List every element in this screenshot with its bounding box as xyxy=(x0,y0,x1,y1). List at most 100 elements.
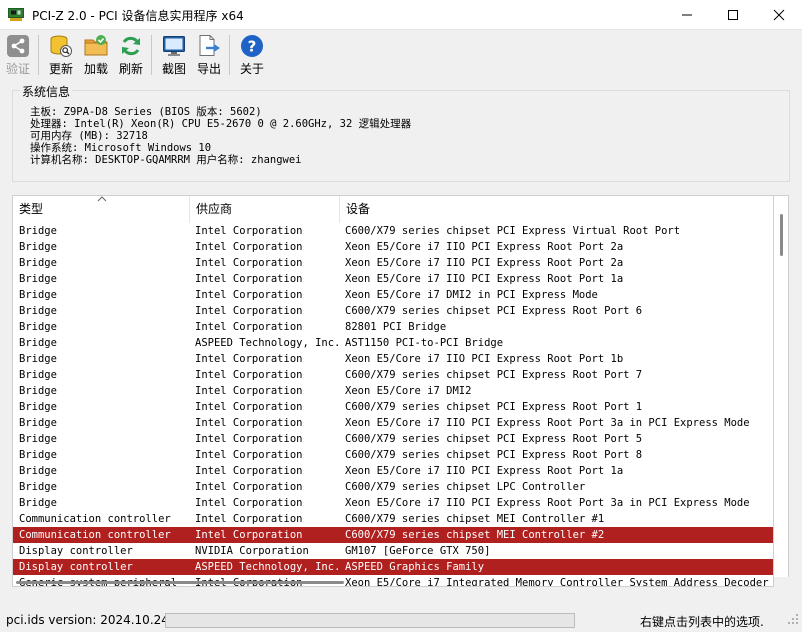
cell-vendor: Intel Corporation xyxy=(195,417,303,429)
update-button[interactable]: 更新 xyxy=(44,34,78,78)
cell-type: Communication controller xyxy=(19,513,171,525)
table-row[interactable]: Bridge Intel Corporation Xeon E5/Core i7 I… xyxy=(13,463,773,479)
maximize-icon xyxy=(728,10,738,20)
minimize-icon xyxy=(682,14,692,16)
cell-vendor: Intel Corporation xyxy=(195,513,303,525)
cell-vendor: Intel Corporation xyxy=(195,289,303,301)
export-icon xyxy=(199,35,220,56)
table-row[interactable]: Bridge Intel Corporation C600/X79 series c… xyxy=(13,223,773,239)
about-label: 关于 xyxy=(239,62,264,76)
cell-device: C600/X79 series chipset PCI Express Root… xyxy=(345,401,643,413)
folder-load-icon xyxy=(84,35,108,56)
cell-device: ASPEED Graphics Family xyxy=(345,561,485,573)
table-row[interactable]: Bridge Intel Corporation C600/X79 series c… xyxy=(13,431,773,447)
vertical-scroll-thumb[interactable] xyxy=(780,214,783,256)
table-row[interactable]: Bridge Intel Corporation Xeon E5/Core i7 I… xyxy=(13,271,773,287)
computer-info: 计算机名称: DESKTOP-GQAMRRM 用户名称: zhangwei xyxy=(30,154,302,166)
cell-type: Bridge xyxy=(19,417,57,429)
cell-type: Bridge xyxy=(19,465,57,477)
cell-vendor: Intel Corporation xyxy=(195,369,303,381)
load-button[interactable]: 加载 xyxy=(79,34,113,78)
cell-device: C600/X79 series chipset MEI Controller #… xyxy=(345,529,605,541)
table-row[interactable]: Display controller NVIDIA Corporation GM10… xyxy=(13,543,773,559)
table-row[interactable]: Bridge Intel Corporation Xeon E5/Core i7 I… xyxy=(13,255,773,271)
cell-vendor: Intel Corporation xyxy=(195,497,303,509)
table-row[interactable]: Bridge ASPEED Technology, Inc. AST1150 PCI… xyxy=(13,335,773,351)
cell-type: Bridge xyxy=(19,353,57,365)
toolbar-separator xyxy=(38,35,39,75)
title-bar: PCI-Z 2.0 - PCI 设备信息实用程序 x64 xyxy=(0,0,802,30)
share-icon xyxy=(7,35,29,57)
list-rows: Bridge Intel Corporation C600/X79 series c… xyxy=(13,223,773,586)
cell-device: GM107 [GeForce GTX 750] xyxy=(345,545,491,557)
cell-device: C600/X79 series chipset PCI Express Root… xyxy=(345,305,643,317)
cell-device: C600/X79 series chipset PCI Express Root… xyxy=(345,369,643,381)
table-row[interactable]: Bridge Intel Corporation C600/X79 series c… xyxy=(13,447,773,463)
maximize-button[interactable] xyxy=(710,0,756,30)
cell-type: Communication controller xyxy=(19,529,171,541)
cell-type: Bridge xyxy=(19,481,57,493)
vertical-scrollbar[interactable] xyxy=(774,195,789,587)
horizontal-scroll-thumb[interactable] xyxy=(16,581,344,584)
horizontal-scrollbar[interactable] xyxy=(12,577,774,587)
cell-vendor: ASPEED Technology, Inc. xyxy=(195,337,341,349)
cell-vendor: Intel Corporation xyxy=(195,433,303,445)
column-header-vendor[interactable]: 供应商 xyxy=(190,196,340,223)
table-row[interactable]: Bridge Intel Corporation C600/X79 series c… xyxy=(13,303,773,319)
minimize-button[interactable] xyxy=(664,0,710,30)
export-button[interactable]: 导出 xyxy=(192,34,226,78)
cell-device: 82801 PCI Bridge xyxy=(345,321,447,333)
cell-device: AST1150 PCI-to-PCI Bridge xyxy=(345,337,504,349)
cell-vendor: Intel Corporation xyxy=(195,257,303,269)
screenshot-label: 截图 xyxy=(161,62,186,76)
refresh-icon xyxy=(122,36,140,56)
cell-type: Bridge xyxy=(19,241,57,253)
table-row[interactable]: Bridge Intel Corporation Xeon E5/Core i7 D… xyxy=(13,287,773,303)
table-row[interactable]: Bridge Intel Corporation Xeon E5/Core i7 D… xyxy=(13,383,773,399)
scroll-corner xyxy=(774,577,789,587)
column-header-label: 设备 xyxy=(346,202,371,216)
cell-vendor: Intel Corporation xyxy=(195,401,303,413)
table-row[interactable]: Bridge Intel Corporation C600/X79 series c… xyxy=(13,367,773,383)
cell-device: Xeon E5/Core i7 IIO PCI Express Root Por… xyxy=(345,465,624,477)
export-label: 导出 xyxy=(196,62,221,76)
table-row[interactable]: Bridge Intel Corporation C600/X79 series c… xyxy=(13,479,773,495)
update-label: 更新 xyxy=(48,62,73,76)
table-row[interactable]: Bridge Intel Corporation Xeon E5/Core i7 I… xyxy=(13,351,773,367)
status-bar: pci.ids version: 2024.10.24 右键点击列表中的选项. xyxy=(0,608,802,632)
pci-card-icon xyxy=(8,8,24,21)
progress-bar xyxy=(165,613,575,628)
cell-device: Xeon E5/Core i7 DMI2 in PCI Express Mode xyxy=(345,289,598,301)
close-button[interactable] xyxy=(756,0,802,30)
table-row[interactable]: Communication controller Intel Corporatio… xyxy=(13,527,773,543)
table-row[interactable]: Bridge Intel Corporation Xeon E5/Core i7 I… xyxy=(13,415,773,431)
cell-type: Display controller xyxy=(19,561,133,573)
refresh-button[interactable]: 刷新 xyxy=(114,34,148,78)
table-row[interactable]: Communication controller Intel Corporatio… xyxy=(13,511,773,527)
table-row[interactable]: Display controller ASPEED Technology, Inc… xyxy=(13,559,773,575)
toolbar: 验证 更新 加载 刷新 截图 导出 ? 关于 xyxy=(0,31,802,79)
cell-type: Bridge xyxy=(19,369,57,381)
cell-device: C600/X79 series chipset LPC Controller xyxy=(345,481,586,493)
verify-button[interactable]: 验证 xyxy=(1,34,35,78)
column-header-device[interactable]: 设备 xyxy=(340,196,773,223)
cell-device: C600/X79 series chipset PCI Express Root… xyxy=(345,449,643,461)
refresh-label: 刷新 xyxy=(118,62,143,76)
table-row[interactable]: Bridge Intel Corporation 82801 PCI Bridge xyxy=(13,319,773,335)
about-button[interactable]: ? 关于 xyxy=(235,34,269,78)
screenshot-button[interactable]: 截图 xyxy=(157,34,191,78)
system-info-label: 系统信息 xyxy=(20,83,73,100)
table-row[interactable]: Bridge Intel Corporation Xeon E5/Core i7 I… xyxy=(13,239,773,255)
cell-device: Xeon E5/Core i7 IIO PCI Express Root Por… xyxy=(345,241,624,253)
table-row[interactable]: Bridge Intel Corporation Xeon E5/Core i7 I… xyxy=(13,495,773,511)
cell-vendor: Intel Corporation xyxy=(195,273,303,285)
svg-text:?: ? xyxy=(248,38,257,56)
cell-vendor: ASPEED Technology, Inc. xyxy=(195,561,341,573)
cell-device: Xeon E5/Core i7 DMI2 xyxy=(345,385,472,397)
resize-grip-icon[interactable] xyxy=(786,612,800,626)
device-list[interactable]: 类型 供应商 设备 Bridge Intel Corporation C600/X7… xyxy=(12,195,774,587)
cell-vendor: Intel Corporation xyxy=(195,225,303,237)
cell-vendor: Intel Corporation xyxy=(195,529,303,541)
table-row[interactable]: Bridge Intel Corporation C600/X79 series c… xyxy=(13,399,773,415)
cell-vendor: Intel Corporation xyxy=(195,321,303,333)
